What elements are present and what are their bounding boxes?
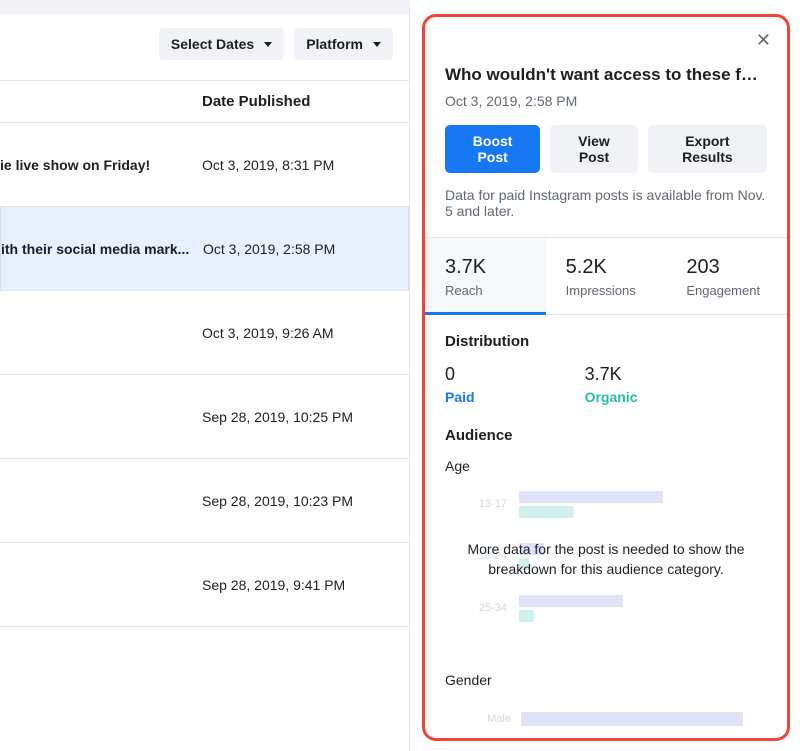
table-row[interactable]: Sep 28, 2019, 9:41 PM — [0, 543, 409, 627]
detail-pane-wrap: ✕ Who wouldn't want access to these four… — [410, 0, 800, 751]
view-post-button[interactable]: View Post — [550, 125, 638, 173]
panel-body: Distribution 0 Paid 3.7K Organic Audienc… — [425, 315, 787, 738]
panel-date: Oct 3, 2019, 2:58 PM — [445, 93, 767, 109]
table-row[interactable]: Sep 28, 2019, 10:23 PM — [0, 459, 409, 543]
post-date-cell: Sep 28, 2019, 10:25 PM — [202, 409, 353, 425]
filter-bar: Select Dates Platform — [0, 14, 409, 80]
bar-paid — [519, 506, 574, 518]
post-title-cell: ith their social media mark... — [1, 241, 203, 257]
panel-header: Who wouldn't want access to these four (… — [425, 17, 787, 237]
age-chart: 13-1718-2425-34 More data for the post i… — [445, 484, 767, 664]
select-dates-dropdown[interactable]: Select Dates — [159, 28, 284, 60]
bar-organic — [519, 595, 623, 607]
post-date-cell: Oct 3, 2019, 9:26 AM — [202, 325, 334, 341]
close-icon[interactable]: ✕ — [750, 25, 777, 55]
paid-value: 0 — [445, 364, 475, 385]
bar-gender — [521, 712, 743, 726]
age-row: 13-17 — [445, 488, 767, 520]
caret-down-icon — [264, 42, 272, 47]
stat-label: Engagement — [686, 283, 767, 298]
platform-label: Platform — [306, 36, 363, 52]
gender-chart: Male — [445, 712, 767, 726]
age-row-label: 13-17 — [445, 498, 511, 510]
gender-title: Gender — [445, 672, 767, 688]
stat-tab-impressions[interactable]: 5.2K Impressions — [546, 238, 667, 314]
organic-label: Organic — [585, 389, 638, 405]
panel-actions: Boost Post View Post Export Results — [445, 125, 767, 173]
stat-label: Reach — [445, 283, 526, 298]
gender-row-label: Male — [483, 713, 511, 725]
organic-value: 3.7K — [585, 364, 638, 385]
export-results-button[interactable]: Export Results — [648, 125, 767, 173]
stat-value: 203 — [686, 256, 767, 279]
table-row[interactable]: ith their social media mark...Oct 3, 201… — [0, 207, 409, 291]
post-rows: ie live show on Friday!Oct 3, 2019, 8:31… — [0, 123, 409, 751]
platform-dropdown[interactable]: Platform — [294, 28, 393, 60]
bar-paid — [519, 610, 534, 622]
table-row[interactable]: ie live show on Friday!Oct 3, 2019, 8:31… — [0, 123, 409, 207]
stat-value: 5.2K — [566, 256, 647, 279]
age-row-label: 25-34 — [445, 602, 511, 614]
stat-tab-engagement[interactable]: 203 Engagement — [666, 238, 787, 314]
age-overlay-message: More data for the post is needed to show… — [445, 540, 767, 579]
caret-down-icon — [373, 42, 381, 47]
bar-organic — [519, 491, 663, 503]
select-dates-label: Select Dates — [171, 36, 254, 52]
stat-label: Impressions — [566, 283, 647, 298]
panel-title: Who wouldn't want access to these four (… — [445, 65, 767, 85]
distribution-paid: 0 Paid — [445, 364, 475, 405]
paid-label: Paid — [445, 389, 475, 405]
post-date-cell: Oct 3, 2019, 8:31 PM — [202, 157, 334, 173]
post-title-cell: ie live show on Friday! — [0, 157, 202, 173]
age-row: 25-34 — [445, 592, 767, 624]
post-date-cell: Oct 3, 2019, 2:58 PM — [203, 241, 335, 257]
stats-tabs: 3.7K Reach 5.2K Impressions 203 Engageme… — [425, 237, 787, 315]
table-row[interactable]: Sep 28, 2019, 10:25 PM — [0, 375, 409, 459]
audience-title: Audience — [445, 427, 767, 444]
gender-row: Male — [483, 712, 767, 726]
distribution-row: 0 Paid 3.7K Organic — [445, 364, 767, 405]
boost-post-button[interactable]: Boost Post — [445, 125, 540, 173]
post-date-cell: Sep 28, 2019, 10:23 PM — [202, 493, 353, 509]
panel-note: Data for paid Instagram posts is availab… — [445, 187, 767, 219]
stat-value: 3.7K — [445, 256, 526, 279]
distribution-organic: 3.7K Organic — [585, 364, 638, 405]
column-header-date: Date Published — [0, 80, 409, 123]
post-detail-panel: ✕ Who wouldn't want access to these four… — [422, 14, 790, 741]
age-title: Age — [445, 458, 767, 474]
stat-tab-reach[interactable]: 3.7K Reach — [425, 238, 546, 314]
distribution-title: Distribution — [445, 333, 767, 350]
post-date-cell: Sep 28, 2019, 9:41 PM — [202, 577, 345, 593]
table-row[interactable]: Oct 3, 2019, 9:26 AM — [0, 291, 409, 375]
post-list-pane: Select Dates Platform Date Published ie … — [0, 0, 410, 751]
